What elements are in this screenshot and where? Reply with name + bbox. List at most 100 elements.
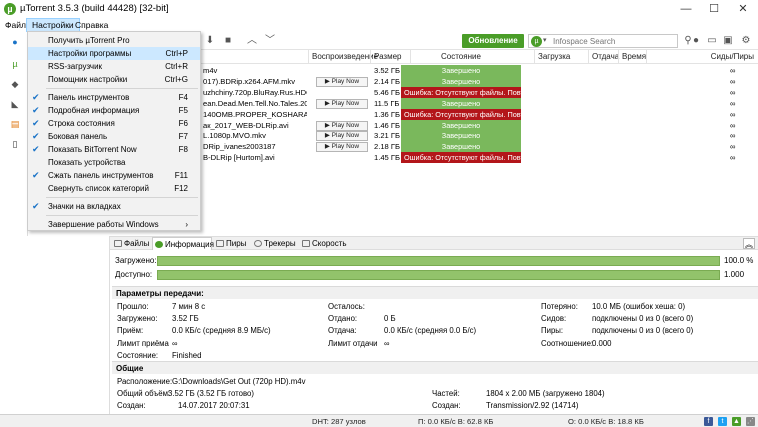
menu-help[interactable]: Справка: [70, 18, 113, 32]
window-title: µTorrent 3.5.3 (build 44428) [32-bit]: [20, 3, 169, 14]
tab-peers[interactable]: Пиры: [214, 237, 250, 250]
transfer-label: Потеряно:: [541, 302, 578, 311]
tab-peers-label: Пиры: [226, 239, 247, 248]
twitter-icon[interactable]: t: [718, 417, 727, 426]
dht-status: DHT: 287 узлов: [312, 417, 366, 426]
sidebar-feeds-icon[interactable]: ◆: [8, 78, 22, 90]
close-button[interactable]: ✕: [729, 0, 757, 18]
stop-icon[interactable]: ■: [222, 35, 234, 47]
transfer-label: Осталось:: [328, 302, 365, 311]
gear-icon[interactable]: ⚙: [740, 35, 752, 47]
sidebar-rss-icon[interactable]: ▤: [8, 118, 22, 130]
col-status[interactable]: Состояние: [410, 50, 536, 64]
search-input[interactable]: [553, 36, 673, 47]
menu-item[interactable]: Помощник настройки Ctrl+G: [28, 73, 200, 86]
tab-files[interactable]: Файлы: [112, 237, 152, 250]
tab-speed[interactable]: Скорость: [300, 237, 352, 250]
sidebar-labels-icon[interactable]: ◣: [8, 98, 22, 110]
menu-item[interactable]: ✔ Показать BitTorrent Now F8: [28, 143, 200, 156]
speed-icon: [302, 240, 310, 247]
move-down-icon[interactable]: ﹀: [264, 35, 276, 47]
detail-tabs: Файлы Информация Пиры Трекеры Скорость ︽: [110, 236, 758, 250]
menu-item[interactable]: Показать устройства: [28, 156, 200, 169]
menu-item[interactable]: Свернуть список категорий F12: [28, 182, 200, 195]
maximize-button[interactable]: ☐: [700, 0, 728, 18]
seeds-peers: ∞: [730, 153, 736, 163]
sidebar-bundles-icon[interactable]: µ: [8, 58, 22, 70]
available-label: Доступно:: [115, 270, 153, 279]
menu-item[interactable]: Настройки программы Ctrl+P: [28, 47, 200, 60]
transfer-label: Отдача:: [328, 326, 357, 336]
col-seeds-peers[interactable]: Сиды/Пиры: [646, 50, 758, 64]
menu-item-label: Значки на вкладках: [48, 202, 121, 211]
seeds-peers: ∞: [730, 120, 736, 130]
torrent-name: ean.Dead.Men.Tell.No.Tales.201...: [203, 98, 307, 108]
collapse-panel-button[interactable]: ︽: [743, 238, 755, 249]
menu-item[interactable]: ✔ Строка состояния F6: [28, 117, 200, 130]
play-now-button[interactable]: ▶ Play Now: [316, 131, 368, 142]
android-icon[interactable]: ▲: [732, 417, 741, 426]
status-badge: Завершено: [401, 75, 521, 87]
chat-icon[interactable]: ▭: [706, 35, 718, 47]
facebook-icon[interactable]: f: [704, 417, 713, 426]
chevron-down-icon[interactable]: ▾: [543, 35, 547, 47]
update-button[interactable]: Обновление: [462, 34, 524, 48]
menu-item[interactable]: Получить µTorrent Pro: [28, 34, 200, 47]
transfer-value: 10.0 МБ (ошибок хеша: 0): [592, 302, 686, 311]
menu-item[interactable]: ✔ Значки на вкладках: [28, 200, 200, 213]
menu-item-label: Показать устройства: [48, 158, 126, 167]
peers-icon: [216, 240, 224, 247]
torrent-name: 140OMB.PROPER_KOSHARA.avi: [203, 109, 307, 119]
play-now-button[interactable]: ▶ Play Now: [316, 142, 368, 153]
menu-item[interactable]: ✔ Панель инструментов F4: [28, 91, 200, 104]
menu-item[interactable]: ✔ Сжать панель инструментов F11: [28, 169, 200, 182]
resize-grip-icon[interactable]: ⋰: [746, 417, 755, 426]
menu-item-label: Панель инструментов: [48, 93, 130, 102]
tab-info[interactable]: Информация: [152, 237, 214, 250]
files-icon: [114, 240, 122, 247]
torrent-name: DRip_ivanes2003187: [203, 142, 276, 152]
menu-item-shortcut: Ctrl+P: [165, 49, 188, 58]
location-pin-icon[interactable]: ●: [690, 35, 702, 47]
play-now-button[interactable]: ▶ Play Now: [316, 76, 368, 87]
menu-bar: Файл Настройки Справка: [0, 18, 758, 32]
transfer-value: 7 мин 8 с: [172, 302, 206, 311]
transfer-label: Лимит отдачи: [328, 338, 378, 348]
download-icon[interactable]: ⬇: [204, 35, 216, 47]
total-size-value: 3.52 ГБ (3.52 ГБ готово): [168, 389, 254, 398]
tab-trackers[interactable]: Трекеры: [252, 237, 300, 250]
transfer-label: Соотношение:: [541, 338, 594, 348]
move-up-icon[interactable]: ︿: [246, 35, 258, 47]
menu-item[interactable]: Завершение работы Windows ›: [28, 218, 200, 231]
menu-item[interactable]: ✔ Боковая панель F7: [28, 130, 200, 143]
search-provider-icon[interactable]: µ: [531, 36, 542, 47]
col-upload[interactable]: Отдача: [588, 50, 620, 64]
sidebar-devices-icon[interactable]: ▯: [8, 138, 22, 150]
menu-item-shortcut: F4: [178, 93, 188, 102]
check-icon: ✔: [32, 131, 40, 141]
col-download[interactable]: Загрузка: [534, 50, 590, 64]
minimize-button[interactable]: —: [672, 0, 700, 18]
status-badge: Завершено: [401, 130, 521, 142]
play-now-button[interactable]: ▶ Play Now: [316, 120, 368, 131]
tab-files-label: Файлы: [124, 239, 150, 248]
menu-item[interactable]: RSS-загрузчик Ctrl+R: [28, 60, 200, 73]
location-value: G:\Downloads\Get Out (720p HD).m4v: [172, 377, 306, 386]
trackers-icon: [254, 240, 262, 247]
settings-menu-dropdown: Получить µTorrent Pro Настройки программы…: [27, 31, 201, 231]
transfer-value: ∞: [384, 338, 390, 348]
menu-item[interactable]: ✔ Подробная информация F5: [28, 104, 200, 117]
menu-item-shortcut: F6: [178, 119, 188, 128]
sidebar-torrents-icon[interactable]: ●: [8, 36, 22, 48]
play-now-button[interactable]: ▶ Play Now: [316, 98, 368, 109]
remote-icon[interactable]: ▣: [722, 35, 734, 47]
creator-value: Transmission/2.92 (14714): [486, 401, 579, 410]
check-icon: ✔: [32, 92, 40, 102]
col-time[interactable]: Время: [618, 50, 646, 64]
col-size[interactable]: Размер: [370, 50, 410, 64]
torrent-name: B-DLRip [Hurtom].avi: [203, 153, 275, 163]
tab-info-label: Информация: [165, 240, 214, 249]
seeds-peers: ∞: [730, 142, 736, 152]
menu-item-label: Показать BitTorrent Now: [48, 145, 137, 154]
torrent-name: L.1080p.MVO.mkv: [203, 131, 266, 141]
